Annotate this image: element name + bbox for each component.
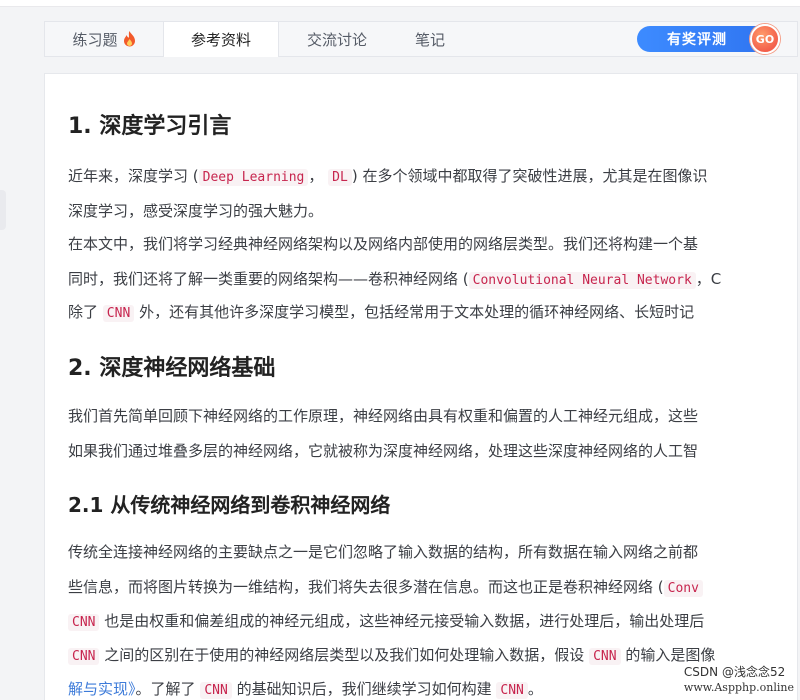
paragraph-intro-line1: 近年来，深度学习 (Deep Learning， DL) 在多个领域中都取得了突… bbox=[68, 166, 707, 188]
paragraph-cnn-line1: 传统全连接神经网络的主要缺点之一是它们忽略了输入数据的结构，所有数据在输入网络之… bbox=[68, 543, 699, 561]
watermark-author: 浅念念52 bbox=[733, 665, 786, 679]
paragraph-dnn-line1: 我们首先简单回顾下神经网络的工作原理，神经网络由具有权重和偏置的人工神经元组成，… bbox=[68, 407, 699, 425]
heading-dnn-basics: 2. 深度神经网络基础 bbox=[68, 356, 276, 381]
sidebar-collapse-handle[interactable] bbox=[0, 190, 6, 230]
inline-code: Conv bbox=[663, 580, 703, 597]
text-span: 。了解了 bbox=[135, 680, 196, 698]
inline-code: CNN bbox=[68, 648, 100, 665]
reference-link[interactable]: 解与实现》 bbox=[68, 680, 136, 698]
paragraph-cnn-line4: CNN 之间的区别在于使用的神经网络层类型以及我们如何处理输入数据，假设 CNN… bbox=[68, 645, 715, 667]
tab-notes-label: 笔记 bbox=[414, 30, 445, 49]
text-span: 的输入是图像 bbox=[625, 646, 716, 664]
tab-exercises-label: 练习题 bbox=[72, 30, 118, 49]
text-span: 之间的区别在于使用的神经网络层类型以及我们如何处理输入数据，假设 bbox=[104, 646, 585, 664]
csdn-watermark: CSDN @浅念念52 www.Aspphp.online bbox=[681, 663, 796, 694]
inline-code: CNN bbox=[102, 305, 135, 322]
inline-code: CNN bbox=[589, 648, 621, 665]
paragraph-cnn-line3: CNN 也是由权重和偏差组成的神经元组成，这些神经元接受输入数据，进行处理后，输… bbox=[68, 611, 704, 633]
text-span: 外，还有其他许多深度学习模型，包括经常用于文本处理的循环神经网络、长短时记 bbox=[139, 303, 695, 321]
go-badge[interactable]: GO bbox=[750, 24, 780, 54]
tab-discussion[interactable]: 交流讨论 bbox=[279, 22, 395, 56]
text-span: 也是由权重和偏差组成的神经元组成，这些神经元接受输入数据，进行处理后，输出处理后 bbox=[104, 612, 705, 630]
tab-discussion-label: 交流讨论 bbox=[306, 30, 367, 49]
inline-code: Convolutional Neural Network bbox=[468, 272, 696, 289]
watermark-url: www.Aspphp.online bbox=[683, 681, 794, 694]
inline-code: CNN bbox=[496, 682, 528, 699]
text-span: 近年来，深度学习 ( bbox=[68, 167, 199, 185]
inline-code: DL bbox=[328, 169, 352, 186]
text-span: ) 在多个领域中都取得了突破性进展，尤其是在图像识 bbox=[351, 167, 708, 185]
text-span: 些信息，而将图片转换为一维结构，我们将失去很多潜在信息。而这也正是卷积神经网络 … bbox=[68, 578, 664, 596]
paragraph-other-models: 除了 CNN 外，还有其他许多深度学习模型，包括经常用于文本处理的循环神经网络、… bbox=[68, 302, 694, 324]
watermark-prefix: CSDN @ bbox=[683, 665, 734, 679]
paragraph-article-line2: 同时，我们还将了解一类重要的网络架构——卷积神经网络 (Convolutiona… bbox=[68, 269, 721, 291]
paragraph-cnn-line2: 些信息，而将图片转换为一维结构，我们将失去很多潜在信息。而这也正是卷积神经网络 … bbox=[68, 577, 703, 599]
inline-code: Deep Learning bbox=[198, 169, 309, 186]
text-span: ，C bbox=[695, 270, 722, 288]
paragraph-cnn-line5: 解与实现》。了解了 CNN 的基础知识后，我们继续学习如何构建 CNN。 bbox=[68, 679, 543, 700]
article-card: 1. 深度学习引言 近年来，深度学习 (Deep Learning， DL) 在… bbox=[44, 73, 798, 700]
tab-exercises[interactable]: 练习题 bbox=[45, 22, 163, 56]
tab-reference-label: 参考资料 bbox=[190, 31, 251, 49]
inline-code: CNN bbox=[68, 614, 100, 631]
inline-code: CNN bbox=[200, 682, 232, 699]
tab-reference[interactable]: 参考资料 bbox=[163, 22, 279, 57]
rate-review-label: 有奖评测 bbox=[667, 32, 727, 48]
top-strip bbox=[0, 0, 800, 7]
text-span: 的基础知识后，我们继续学习如何构建 bbox=[236, 680, 492, 698]
paragraph-intro-line2: 深度学习，感受深度学习的强大魅力。 bbox=[68, 202, 324, 220]
paragraph-article-line1: 在本文中，我们将学习经典神经网络架构以及网络内部使用的网络层类型。我们还将构建一… bbox=[68, 235, 699, 253]
text-span: 。 bbox=[527, 680, 543, 698]
flame-icon bbox=[123, 31, 135, 47]
text-span: 同时，我们还将了解一类重要的网络架构——卷积神经网络 ( bbox=[68, 270, 469, 288]
tab-notes[interactable]: 笔记 bbox=[395, 22, 465, 56]
tab-bar: 练习题 参考资料 交流讨论 笔记 有奖评测 GO bbox=[44, 21, 798, 57]
paragraph-dnn-line2: 如果我们通过堆叠多层的神经网络，它就被称为深度神经网络，处理这些深度神经网络的人… bbox=[68, 442, 699, 460]
heading-traditional-to-cnn: 2.1 从传统神经网络到卷积神经网络 bbox=[68, 493, 391, 517]
heading-intro: 1. 深度学习引言 bbox=[68, 114, 232, 139]
text-span: 除了 bbox=[68, 303, 99, 321]
text-span: ， bbox=[308, 167, 324, 185]
